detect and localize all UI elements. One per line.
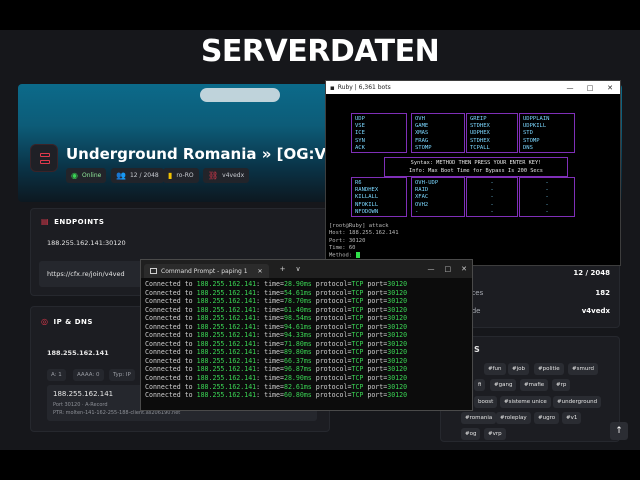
ip-dns-heading: ◎ IP & DNS xyxy=(41,317,93,326)
locale-badge: ▮ ro-RO xyxy=(163,168,199,183)
tags-heading: S xyxy=(474,345,480,354)
close-icon[interactable]: ✕ xyxy=(456,265,472,273)
players-badge: 👥 12 / 2048 xyxy=(111,168,164,183)
tag[interactable]: boost xyxy=(474,396,498,408)
tag[interactable]: #smurd xyxy=(568,363,598,375)
endpoint-url[interactable]: https://cfx.re/join/v4ved xyxy=(47,270,125,278)
minimize-icon[interactable]: — xyxy=(560,84,580,92)
users-icon: 👥 xyxy=(116,170,126,180)
methods-box-5: R6 RANDHEX KILLALL NFOKILL NFODOWN xyxy=(351,177,407,217)
paping-line: Connected to 188.255.162.141: time=82.61… xyxy=(145,382,408,391)
tag[interactable]: #og xyxy=(461,428,481,440)
methods-box-1: UDP VSE ICE SYN ACK xyxy=(351,113,407,153)
paping-line: Connected to 188.255.162.141: time=60.80… xyxy=(145,391,408,400)
close-tab-icon[interactable]: ✕ xyxy=(258,268,263,275)
endpoint-ip[interactable]: 188.255.162.141:30120 xyxy=(47,239,126,247)
terminal-icon xyxy=(150,268,157,274)
maximize-icon[interactable]: □ xyxy=(440,265,457,273)
cmd-tab[interactable]: Command Prompt - paping 1 ✕ xyxy=(144,264,269,278)
methods-box-7: - - - - - xyxy=(466,177,518,217)
paping-output: Connected to 188.255.162.141: time=28.90… xyxy=(145,280,407,400)
paping-line: Connected to 188.255.162.141: time=94.33… xyxy=(145,331,408,340)
globe-icon: ◎ xyxy=(41,317,49,326)
wifi-icon: ◉ xyxy=(71,170,78,180)
tag[interactable]: #gang xyxy=(490,379,517,391)
letterbox-bottom xyxy=(0,450,640,480)
new-tab-button[interactable]: + xyxy=(275,265,291,273)
paping-line: Connected to 188.255.162.141: time=78.70… xyxy=(145,297,408,306)
link-icon: ⛓ xyxy=(208,170,219,180)
stat-resources: ources 182 xyxy=(460,289,610,297)
paping-line: Connected to 188.255.162.141: time=71.80… xyxy=(145,339,408,348)
cmd-title-bar[interactable]: Command Prompt - paping 1 ✕ + ∨ — □ ✕ xyxy=(141,260,472,278)
arrow-up-icon: ↑ xyxy=(615,426,623,436)
paping-line: Connected to 188.255.162.141: time=28.90… xyxy=(145,280,408,288)
tag[interactable]: #v1 xyxy=(562,412,582,424)
server-icon: ▤ xyxy=(41,217,50,226)
code-badge[interactable]: ⛓ v4vedx xyxy=(203,168,250,183)
server-name: Underground Romania » [OG:V1] xyxy=(66,145,344,163)
tag[interactable]: #underground xyxy=(553,396,602,408)
scroll-to-top-button[interactable]: ↑ xyxy=(610,422,628,440)
server-icon xyxy=(30,144,58,172)
filter-aaaa[interactable]: AAAA: 0 xyxy=(73,369,104,381)
tag[interactable]: #mafie xyxy=(520,379,549,391)
methods-box-4: UDPPLAIN UDPKILL STD STOMP DNS xyxy=(519,113,575,153)
methods-box-8: - - - - - xyxy=(519,177,575,217)
paping-line: Connected to 188.255.162.141: time=66.37… xyxy=(145,356,408,365)
paping-line: Connected to 188.255.162.141: time=98.54… xyxy=(145,314,408,323)
filter-a[interactable]: A: 1 xyxy=(47,369,66,381)
tag[interactable]: #sisteme unice xyxy=(500,396,551,408)
flag-icon: ▮ xyxy=(168,170,173,180)
record-meta: Port 30120 · A-Record xyxy=(53,402,108,408)
stat-players: ers 12 / 2048 xyxy=(460,269,610,277)
dns-ip: 188.255.162.141 xyxy=(47,349,109,357)
tag[interactable]: #politie xyxy=(534,363,564,375)
status-badge: ◉ Online xyxy=(66,168,107,183)
ruby-window-title: Ruby | 6,361 bots xyxy=(337,84,391,91)
stat-code: -Code v4vedx xyxy=(460,307,610,315)
tag[interactable]: #vrp xyxy=(484,428,506,440)
page-title: SERVERDATEN xyxy=(200,34,440,69)
close-icon[interactable]: ✕ xyxy=(600,84,620,92)
tag[interactable]: #job xyxy=(508,363,529,375)
paping-line: Connected to 188.255.162.141: time=89.80… xyxy=(145,348,408,357)
tag[interactable]: #rp xyxy=(552,379,571,391)
endpoints-heading: ▤ ENDPOINTS xyxy=(41,217,105,226)
tab-dropdown-button[interactable]: ∨ xyxy=(290,265,305,273)
tag[interactable]: #roleplay xyxy=(496,412,531,424)
syntax-banner: Syntax: METHOD THEN PRESS YOUR ENTER KEY… xyxy=(384,157,568,177)
terminal-icon: ▪ xyxy=(330,83,335,92)
tag[interactable]: #ugro xyxy=(534,412,560,424)
ruby-terminal-window[interactable]: ▪ Ruby | 6,361 bots — □ ✕ UDP VSE ICE SY… xyxy=(325,80,621,266)
tag[interactable]: fi xyxy=(474,379,486,391)
record-ip: 188.255.162.141 xyxy=(53,390,114,398)
banner-logo xyxy=(200,88,280,102)
methods-box-3: GREIP STDHEX UDPHEX STDHEX TCPALL xyxy=(466,113,518,153)
tag[interactable]: #fun xyxy=(484,363,506,375)
ruby-title-bar[interactable]: ▪ Ruby | 6,361 bots — □ ✕ xyxy=(326,81,620,94)
filter-type[interactable]: Typ: IP xyxy=(109,369,135,381)
paping-line: Connected to 188.255.162.141: time=54.61… xyxy=(145,288,408,297)
maximize-icon[interactable]: □ xyxy=(580,84,600,92)
paping-line: Connected to 188.255.162.141: time=96.87… xyxy=(145,365,408,374)
attack-prompt: [root@Ruby] attack Host: 188.255.162.141… xyxy=(329,223,399,259)
tag[interactable]: #romania xyxy=(461,412,497,424)
text-cursor xyxy=(355,252,360,259)
paping-line: Connected to 188.255.162.141: time=94.61… xyxy=(145,322,408,331)
paping-line: Connected to 188.255.162.141: time=28.90… xyxy=(145,374,408,383)
paping-line: Connected to 188.255.162.141: time=61.40… xyxy=(145,305,408,314)
minimize-icon[interactable]: — xyxy=(423,265,440,273)
command-prompt-window[interactable]: Command Prompt - paping 1 ✕ + ∨ — □ ✕ Co… xyxy=(140,259,473,411)
methods-box-6: OVH-UDP RAID XFAC OVH2 - xyxy=(411,177,465,217)
methods-box-2: OVH GAME XMAS FRAG STOMP xyxy=(411,113,465,153)
